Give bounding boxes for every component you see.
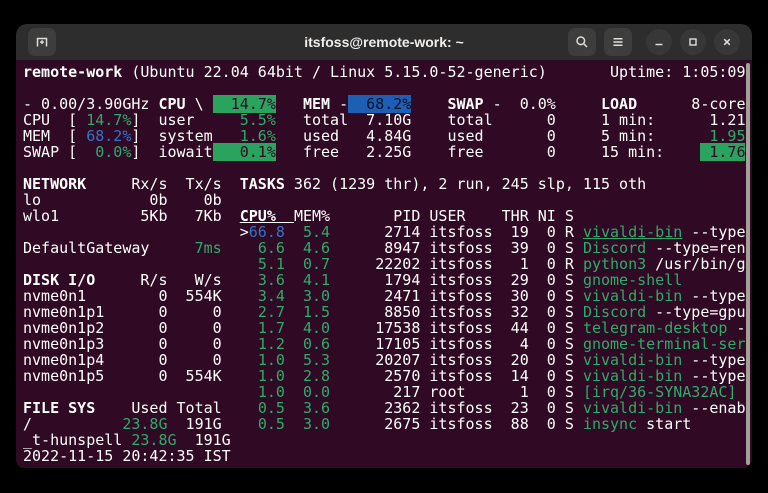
text-segment: start (637, 415, 691, 433)
close-button[interactable] (714, 29, 740, 55)
titlebar: itsfoss@remote-work: ~ (16, 24, 752, 60)
terminal-line: 5.1 0.7 22202 itsfoss 1 0 R python3 /usr… (23, 256, 752, 272)
os-info: (Ubuntu 22.04 64bit / Linux 5.15.0-52-ge… (122, 63, 546, 81)
terminal-line: NETWORK Rx/s Tx/s TASKS 362 (1239 thr), … (23, 176, 752, 192)
terminal-line: 1.0 0.0 217 root 1 0 S [irq/36-SYNA32AC] (23, 384, 752, 400)
terminal-line: DefaultGateway 7ms 6.6 4.6 8947 itsfoss … (23, 240, 752, 256)
minimize-button[interactable] (646, 29, 672, 55)
text-segment: TASKS (240, 175, 285, 193)
terminal-line: / 23.8G 191G 0.5 3.0 2675 itsfoss 88 0 S… (23, 416, 752, 432)
terminal-window: itsfoss@remote-work: ~ (16, 24, 752, 468)
terminal-line: nvme0n1p2 0 0 1.7 4.0 17538 itsfoss 44 0… (23, 320, 752, 336)
terminal-line (23, 80, 752, 96)
terminal-line: nvme0n1p5 0 554K 1.0 2.8 2570 itsfoss 14… (23, 368, 752, 384)
search-button[interactable] (568, 28, 596, 56)
hostname: remote-work (23, 63, 122, 81)
text-segment: iowait (158, 143, 212, 161)
text-segment: 3.0 (303, 415, 330, 433)
terminal-line: - 0.00/3.90GHz CPU \ 14.7% MEM - 68.2% S… (23, 96, 752, 112)
search-icon (574, 34, 590, 50)
text-segment: free 2.25G free 0 15 min: (276, 143, 700, 161)
scrollbar[interactable] (746, 63, 750, 465)
text-segment: 0.5 (258, 415, 285, 433)
terminal-line: remote-work (Ubuntu 22.04 64bit / Linux … (23, 64, 752, 80)
terminal-line: SWAP [ 0.0%] iowait 0.1% free 2.25G free… (23, 144, 752, 160)
terminal-line (23, 160, 752, 176)
terminal-line: >66.8 5.4 2714 itsfoss 19 0 R vivaldi-bi… (23, 224, 752, 240)
terminal-line: nvme0n1 0 554K 3.4 3.0 2471 itsfoss 30 0… (23, 288, 752, 304)
terminal-line: FILE SYS Used Total 0.5 3.6 2362 itsfoss… (23, 400, 752, 416)
terminal-line: DISK I/O R/s W/s 3.6 4.1 1794 itsfoss 29… (23, 272, 752, 288)
terminal-line: _t-hunspell 23.8G 191G (23, 432, 752, 448)
window-title: itsfoss@remote-work: ~ (16, 34, 752, 50)
text-segment: 0.1% (213, 143, 276, 161)
terminal-line: wlo1 5Kb 7Kb CPU% MEM% PID USER THR NI S (23, 208, 752, 224)
terminal-screen[interactable]: remote-work (Ubuntu 22.04 64bit / Linux … (16, 60, 752, 468)
text-segment: 2675 itsfoss 88 0 S (330, 415, 583, 433)
minimize-icon (652, 35, 666, 49)
terminal-line: lo 0b 0b (23, 192, 752, 208)
terminal-line: nvme0n1p4 0 0 1.0 5.3 20207 itsfoss 20 0… (23, 352, 752, 368)
text-segment: 1.76 (700, 143, 745, 161)
text-segment: ] (131, 143, 158, 161)
hamburger-menu-icon (610, 34, 626, 50)
maximize-icon (686, 35, 700, 49)
text-segment: --enab (682, 399, 745, 417)
terminal-line: 2022-11-15 20:42:35 IST (23, 448, 752, 464)
text-segment (285, 415, 303, 433)
timestamp: 2022-11-15 20:42:35 IST (23, 447, 231, 465)
terminal-line: CPU [ 14.7%] user 5.5% total 7.10G total… (23, 112, 752, 128)
new-tab-button[interactable] (28, 28, 56, 56)
text-segment: SWAP [ (23, 143, 95, 161)
close-icon (720, 35, 734, 49)
terminal-line: nvme0n1p1 0 0 2.7 1.5 8850 itsfoss 32 0 … (23, 304, 752, 320)
tasks-summary: 362 (1239 thr), 2 run, 245 slp, 115 oth (285, 175, 646, 193)
menu-button[interactable] (604, 28, 632, 56)
maximize-button[interactable] (680, 29, 706, 55)
new-tab-icon (34, 34, 50, 50)
terminal-line: nvme0n1p3 0 0 1.2 0.6 17105 itsfoss 4 0 … (23, 336, 752, 352)
uptime: Uptime: 1:05:09 (547, 63, 746, 81)
text-segment: 0.0% (95, 143, 131, 161)
terminal-line: MEM [ 68.2%] system 1.6% used 4.84G used… (23, 128, 752, 144)
text-segment: insync (583, 415, 637, 433)
